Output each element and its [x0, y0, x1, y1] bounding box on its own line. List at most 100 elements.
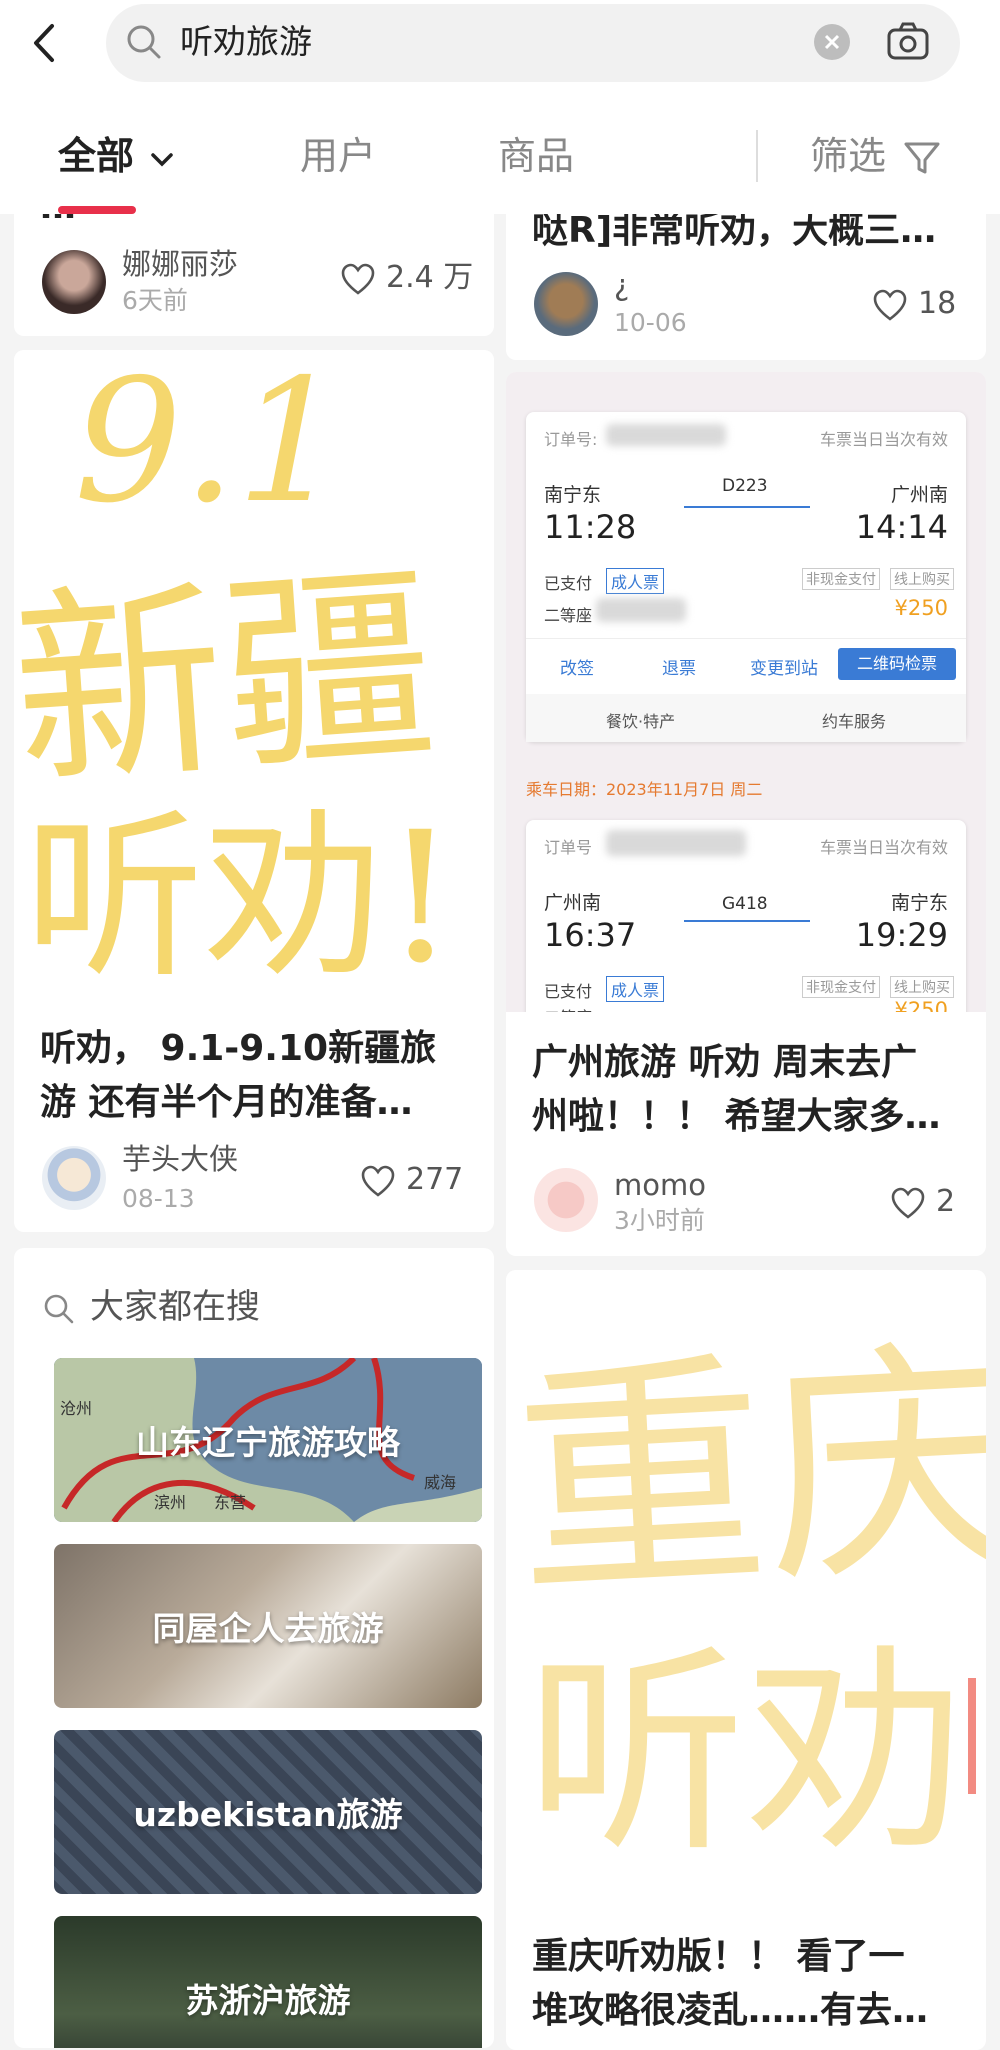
note-card[interactable]: 重庆 听劝 重庆听劝版！！ 看了一 堆攻略很凌乱……有去…: [506, 1270, 986, 2050]
hot-search-item[interactable]: 沧州 滨州 东营 威海 山东辽宁旅游攻略: [54, 1358, 482, 1522]
avatar[interactable]: [534, 272, 598, 336]
author-name[interactable]: momo: [614, 1166, 706, 1204]
note-title-line: 广州旅游 听劝 周末去广: [532, 1042, 918, 1083]
qr-checkin-button: 二维码检票: [838, 648, 956, 680]
blurred-text: [606, 830, 746, 856]
note-cover-image: 重庆 听劝: [506, 1270, 986, 1910]
ticket-type-badge: 成人票: [606, 976, 665, 1002]
search-icon: [44, 1294, 74, 1324]
ticket-validity: 车票当日当次有效: [819, 838, 948, 857]
tab-users[interactable]: 用户: [300, 128, 376, 184]
tab-all-label: 全部: [58, 134, 135, 178]
search-query[interactable]: 听劝旅游: [180, 18, 312, 66]
note-cover-image: 9.1 新疆 听劝!: [14, 350, 494, 990]
post-time: 6天前: [122, 286, 188, 315]
refund-button: 退票: [662, 659, 696, 679]
clear-search-button[interactable]: [814, 24, 850, 60]
departure-time: 16:37: [544, 916, 637, 954]
hot-search-label: uzbekistan旅游: [133, 1795, 403, 1834]
hot-search-title: 大家都在搜: [90, 1287, 260, 1327]
back-arrow-icon[interactable]: [22, 18, 72, 68]
route-arrow: [684, 920, 810, 922]
note-title-line: 重庆听劝版！！ 看了一: [532, 1936, 905, 1977]
hot-search-label: 苏浙沪旅游: [185, 1981, 351, 2020]
note-card[interactable]: 9.1 新疆 听劝! 听劝， 9.1-9.10新疆旅 游 还有半个月的准备… 芋…: [14, 350, 494, 1232]
note-cover-image: 订单号: 车票当日当次有效 南宁东 广州南 D223 11:28 14:14 已…: [506, 372, 986, 1012]
tab-all[interactable]: 全部: [58, 128, 177, 184]
route-arrow: [684, 506, 810, 508]
note-card[interactable]: 订单号: 车票当日当次有效 南宁东 广州南 D223 11:28 14:14 已…: [506, 372, 986, 1256]
note-title-line: 堆攻略很凌乱……有去…: [532, 1990, 929, 2031]
camera-search-icon[interactable]: [884, 18, 932, 66]
order-label: 订单号: [544, 838, 593, 857]
hot-search-item[interactable]: 同屋企人去旅游: [54, 1544, 482, 1708]
note-title-line: 听劝， 9.1-9.10新疆旅: [40, 1028, 437, 1069]
ticket-price: ¥250: [894, 998, 948, 1012]
arrival-station: 南宁东: [890, 892, 948, 914]
hot-search-card: 大家都在搜 沧州 滨州 东营 威海 山东辽宁旅游攻略 同屋企人去旅游 uzbek…: [14, 1248, 494, 2048]
note-title-line: 州啦！！！ 希望大家多…: [532, 1096, 941, 1137]
blurred-text: [606, 424, 726, 446]
arrival-time: 19:29: [855, 916, 948, 954]
blurred-text: [596, 598, 686, 622]
paid-status: 已支付: [544, 982, 593, 1001]
cover-text: 新疆: [14, 543, 442, 817]
tab-divider: [756, 130, 758, 182]
departure-station: 南宁东: [544, 484, 602, 506]
close-icon: [824, 34, 840, 50]
ticket-type-badge: 成人票: [606, 568, 665, 594]
ticket-price: ¥250: [894, 596, 948, 620]
author-name[interactable]: 娜娜丽莎: [122, 245, 238, 283]
like-count: 18: [918, 286, 957, 321]
divider: [526, 638, 966, 639]
search-icon: [127, 25, 161, 59]
purchase-badge: 线上购买: [890, 976, 954, 998]
avatar[interactable]: [42, 250, 106, 314]
seat-class: 二等座: [544, 1004, 592, 1012]
ticket-validity: 车票当日当次有效: [819, 430, 948, 449]
heart-icon[interactable]: [890, 1186, 926, 1220]
post-time: 3小时前: [614, 1206, 705, 1235]
active-tab-indicator: [58, 206, 136, 214]
hot-search-label: 同屋企人去旅游: [152, 1609, 384, 1648]
payment-badge: 非现金支付: [802, 568, 880, 590]
purchase-badge: 线上购买: [890, 568, 954, 590]
avatar[interactable]: [534, 1168, 598, 1232]
train-number: D223: [722, 476, 768, 496]
cover-text: 听劝: [526, 1626, 966, 1882]
car-service: 约车服务: [822, 712, 887, 731]
heart-icon[interactable]: [872, 288, 908, 322]
food-service: 餐饮·特产: [606, 712, 676, 731]
cover-text: 9.1: [74, 350, 344, 541]
scroll-marker: [968, 1678, 976, 1794]
heart-icon[interactable]: [360, 1164, 396, 1198]
paid-status: 已支付: [544, 574, 593, 593]
train-number: G418: [722, 894, 768, 914]
author-name[interactable]: 芋头大侠: [122, 1140, 238, 1178]
ride-date: 乘车日期：2023年11月7日 周二: [526, 780, 763, 799]
change-ticket-button: 改签: [560, 659, 594, 679]
like-count: 277: [406, 1162, 464, 1197]
avatar[interactable]: [42, 1146, 106, 1210]
heart-icon[interactable]: [340, 262, 376, 296]
arrival-time: 14:14: [855, 508, 948, 546]
cover-text: 听劝!: [24, 794, 456, 990]
post-time: 08-13: [122, 1184, 195, 1213]
ticket-card: 订单号: 车票当日当次有效 南宁东 广州南 D223 11:28 14:14 已…: [526, 412, 966, 742]
hot-search-item[interactable]: uzbekistan旅游: [54, 1730, 482, 1894]
note-title-line: 游 还有半个月的准备…: [40, 1082, 413, 1123]
departure-time: 11:28: [544, 508, 637, 546]
arrival-station: 广州南: [890, 484, 948, 506]
hot-search-item[interactable]: 苏浙沪旅游: [54, 1916, 482, 2048]
ticket-footer: [526, 694, 966, 742]
post-time: 10-06: [614, 308, 687, 337]
chevron-down-icon: [151, 152, 173, 166]
filter-icon[interactable]: [900, 136, 944, 180]
author-name[interactable]: ¿: [614, 266, 629, 304]
departure-station: 广州南: [544, 892, 602, 914]
tab-filter[interactable]: 筛选: [810, 128, 886, 184]
like-count: 2.4 万: [386, 260, 474, 295]
hot-search-label: 山东辽宁旅游攻略: [136, 1423, 400, 1462]
like-count: 2: [936, 1184, 956, 1219]
tab-goods[interactable]: 商品: [498, 128, 574, 184]
